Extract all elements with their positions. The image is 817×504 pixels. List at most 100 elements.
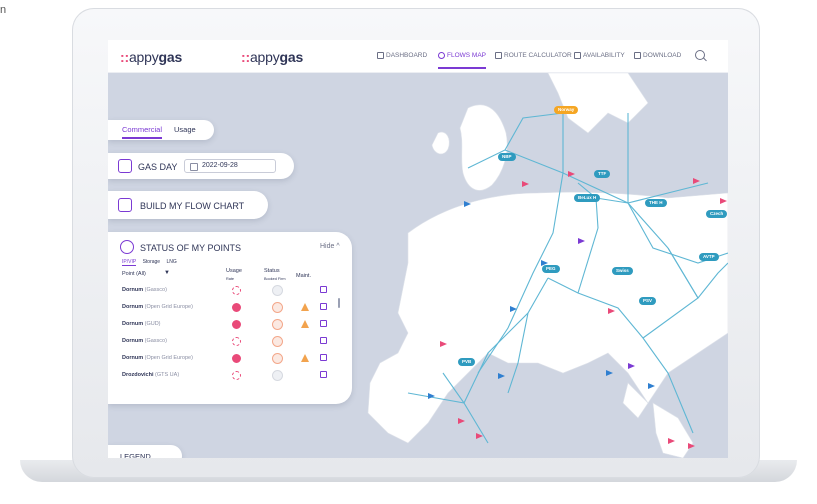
status-indicator [272, 353, 283, 364]
col-status: Status [264, 268, 280, 274]
search-icon[interactable] [695, 50, 705, 60]
build-flow-chart-button[interactable]: BUILD MY FLOW CHART [108, 191, 268, 219]
status-indicator [272, 285, 283, 296]
hide-toggle[interactable]: Hide ^ [320, 243, 340, 250]
status-of-my-points-panel: STATUS OF MY POINTS Hide ^ IP/VIP Storag… [108, 232, 352, 404]
warning-icon [301, 320, 309, 328]
appygas-logo-center[interactable]: ::appygas [241, 49, 303, 65]
flow-chart-icon [118, 198, 132, 212]
col-usage: Usage [226, 268, 242, 274]
hub-belux-h[interactable]: BeLux H [574, 194, 601, 202]
tab-commercial[interactable]: Commercial [122, 125, 163, 139]
col-maint: Maint. [296, 273, 311, 279]
table-row[interactable]: Dornum (Gassco) [122, 283, 340, 298]
hub-peg[interactable]: PEG [542, 265, 560, 273]
tab-usage[interactable]: Usage [174, 125, 196, 134]
hub-psv[interactable]: PSV [639, 297, 657, 305]
operator-label: (GTS UA) [155, 372, 180, 378]
status-indicator [272, 319, 283, 330]
check-circle-icon [120, 240, 134, 254]
logo-light-text: appy [249, 49, 280, 65]
maintenance-icon[interactable] [320, 354, 327, 361]
col-usage-sub: Rate [226, 277, 235, 281]
point-label: Dornum [122, 304, 144, 310]
maintenance-icon[interactable] [320, 371, 327, 378]
hub-norway[interactable]: Norway [554, 106, 579, 114]
point-label: Dornum [122, 287, 144, 293]
table-row[interactable]: Dornum (Open Grid Europe) [122, 300, 340, 315]
app-screen: ::appygas ::appygas DASHBOARD FLOWS MAP … [108, 40, 728, 458]
download-icon [634, 52, 641, 59]
maintenance-icon[interactable] [320, 303, 327, 310]
col-point[interactable]: Point (All) [122, 271, 146, 277]
filter-icon[interactable]: ▼ [164, 270, 170, 276]
logo-dots: :: [241, 49, 250, 65]
status-scrollbar[interactable] [338, 298, 340, 308]
table-row[interactable]: Dornum (GUD) [122, 317, 340, 332]
table-row[interactable]: Dornum (Gassco) [122, 334, 340, 349]
hub-czech[interactable]: Czech [706, 210, 728, 218]
nav-label: DOWNLOAD [643, 52, 682, 59]
maintenance-icon[interactable] [320, 320, 327, 327]
nav-route-calculator[interactable]: ROUTE CALCULATOR [495, 52, 572, 59]
logo-bold-text: gas [279, 49, 304, 65]
maintenance-icon[interactable] [320, 286, 327, 293]
hub-nbp[interactable]: NBP [498, 153, 516, 161]
status-title: STATUS OF MY POINTS [140, 243, 242, 253]
point-name: Dornum (Open Grid Europe) [122, 304, 193, 310]
point-name: Drozdovichi (GTS UA) [122, 372, 179, 378]
status-indicator [272, 336, 283, 347]
top-navigation-bar: ::appygas ::appygas DASHBOARD FLOWS MAP … [108, 40, 728, 73]
gas-day-title: GAS DAY [138, 162, 178, 172]
subtab-storage[interactable]: Storage [143, 259, 161, 265]
nav-label: ROUTE CALCULATOR [504, 52, 572, 59]
usage-indicator [232, 320, 241, 329]
legend-button[interactable]: LEGEND [108, 445, 182, 458]
hub-avtp[interactable]: AVTP [699, 253, 719, 261]
nav-label: DASHBOARD [386, 52, 428, 59]
hub-the-h[interactable]: THE H [645, 199, 667, 207]
calendar-clock-icon [118, 159, 132, 173]
appygas-logo-left[interactable]: ::appygas [120, 49, 182, 65]
nav-dashboard[interactable]: DASHBOARD [377, 52, 427, 59]
maintenance-icon[interactable] [320, 337, 327, 344]
point-label: Dornum [122, 338, 144, 344]
route-calculator-icon [495, 52, 502, 59]
subtab-ipvip[interactable]: IP/VIP [122, 259, 137, 266]
subtab-lng[interactable]: LNG [166, 259, 176, 265]
usage-indicator [232, 354, 241, 363]
hub-ttf[interactable]: TTF [594, 170, 611, 178]
dashboard-icon [377, 52, 384, 59]
point-name: Dornum (GUD) [122, 321, 161, 327]
hub-pvb[interactable]: PVB [458, 358, 476, 366]
status-indicator [272, 370, 283, 381]
hub-swiss[interactable]: Swiss [612, 267, 633, 275]
table-row[interactable]: Drozdovichi (GTS UA) [122, 368, 340, 383]
nav-availability[interactable]: AVAILABILITY [574, 52, 625, 59]
status-indicator [272, 302, 283, 313]
nav-flows-map[interactable]: FLOWS MAP [438, 52, 487, 69]
gas-day-date-input[interactable]: 2022-09-28 [184, 159, 276, 173]
usage-indicator [232, 286, 241, 295]
operator-label: (Open Grid Europe) [144, 355, 193, 361]
point-label: Drozdovichi [122, 372, 154, 378]
usage-indicator [232, 371, 241, 380]
nav-download[interactable]: DOWNLOAD [634, 52, 681, 59]
usage-indicator [232, 337, 241, 346]
caption-text: n [0, 4, 7, 16]
usage-indicator [232, 303, 241, 312]
point-label: Dornum [122, 321, 144, 327]
flows-map-icon [438, 52, 445, 59]
table-row[interactable]: Dornum (Open Grid Europe) [122, 351, 340, 366]
operator-label: (GUD) [144, 321, 161, 327]
gas-day-panel: GAS DAY 2022-09-28 [108, 153, 294, 179]
logo-light-text: appy [128, 49, 159, 65]
availability-icon [574, 52, 581, 59]
operator-label: (Gassco) [144, 287, 167, 293]
warning-icon [301, 354, 309, 362]
flows-map[interactable]: Norway NBP TTF BeLux H THE H Czech PEG S… [108, 73, 728, 458]
point-name: Dornum (Gassco) [122, 287, 167, 293]
view-tabs: Commercial Usage [108, 120, 214, 140]
build-flow-chart-label: BUILD MY FLOW CHART [140, 201, 245, 211]
logo-bold-text: gas [158, 49, 183, 65]
